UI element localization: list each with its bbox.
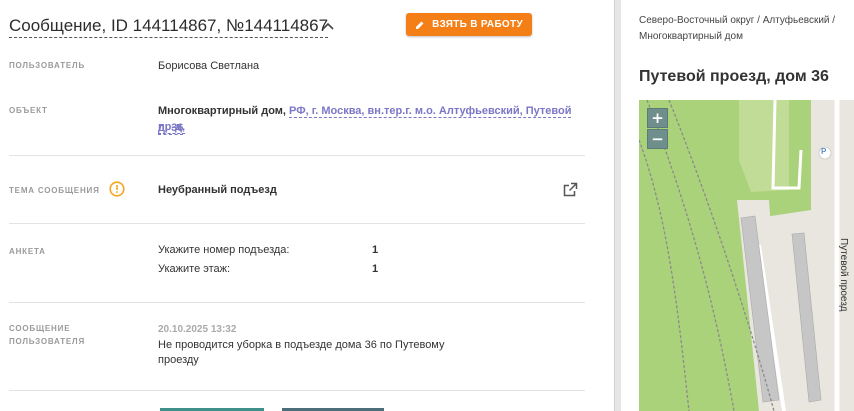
object-address-link-cont[interactable]: д. 36 [158,120,184,136]
take-to-work-label: ВЗЯТЬ В РАБОТУ [432,19,523,30]
street-label: Путевой проезд [838,238,849,312]
message-details-panel: Сообщение, ID 144114867, №144114867 ВЗЯТ… [0,0,617,411]
message-label: СООБЩЕНИЕ [9,324,71,333]
take-to-work-button[interactable]: ВЗЯТЬ В РАБОТУ [406,13,532,36]
object-label: ОБЪЕКТ [9,106,48,115]
divider [9,390,585,391]
page-title[interactable]: Сообщение, ID 144114867, №144114867 [9,16,329,38]
message-label-2: ПОЛЬЗОВАТЕЛЯ [9,337,86,346]
external-link-icon[interactable] [563,182,578,197]
object-value: Многоквартирный дом, РФ, г. Москва, вн.т… [158,103,588,135]
survey-question: Укажите номер подъезда: [158,244,290,256]
user-label: ПОЛЬЗОВАТЕЛЬ [9,61,86,70]
location-panel: Северо-Восточный округ / Алтуфьевский / … [620,0,854,411]
breadcrumb: Северо-Восточный округ / Алтуфьевский / … [639,13,849,45]
survey-answer: 1 [372,263,379,275]
warning-circle-icon [109,181,125,197]
divider [9,155,585,156]
message-text: Не проводится уборка в подъезде дома 36 … [158,339,445,366]
chevron-up-icon[interactable] [321,20,335,32]
breadcrumb-line[interactable]: Многоквартирный дом [639,29,849,45]
survey-question: Укажите этаж: [158,263,231,275]
topic-value: Неубранный подъезд [158,184,277,196]
zoom-in-button[interactable]: + [647,108,668,128]
survey-label: АНКЕТА [9,247,46,256]
user-value: Борисова Светлана [158,60,260,72]
breadcrumb-line[interactable]: Северо-Восточный округ / Алтуфьевский / [639,13,849,29]
object-type: Многоквартирный дом, [158,105,286,117]
message-timestamp: 20.10.2025 13:32 [158,324,237,335]
survey-answer: 1 [372,244,379,256]
divider [9,223,585,224]
divider [9,302,585,303]
parking-icon: P [821,147,827,156]
topic-label: ТЕМА СООБЩЕНИЯ [9,186,100,195]
pencil-icon [416,21,424,29]
zoom-out-button[interactable]: − [647,129,668,149]
object-address-house[interactable]: д. 36 [158,122,184,135]
address-title: Путевой проезд, дом 36 [639,68,829,85]
map[interactable]: P + − Путевой проезд [639,100,854,411]
